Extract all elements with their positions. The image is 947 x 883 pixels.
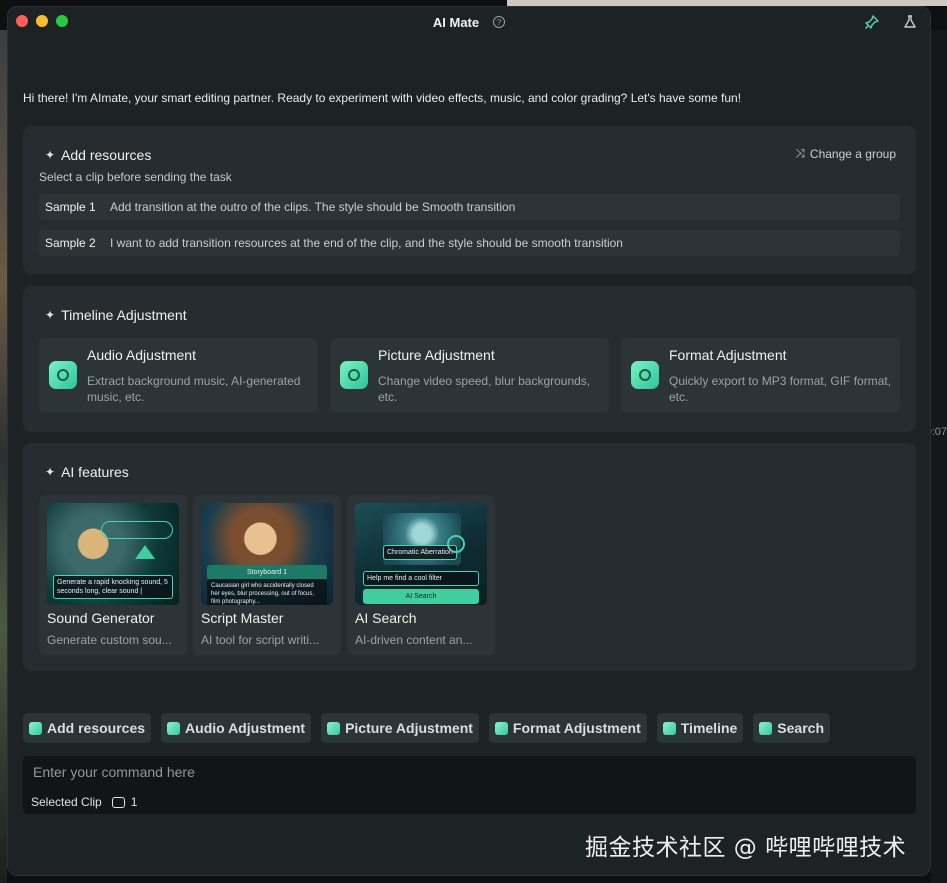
- chip-label: Search: [777, 720, 824, 736]
- feature-description: AI-driven content an...: [355, 633, 473, 647]
- timeline-adjustment-heading: ✦ Timeline Adjustment: [45, 307, 187, 323]
- chip-label: Audio Adjustment: [185, 720, 306, 736]
- sound-generator-thumbnail: Generate a rapid knocking sound, 5 secon…: [47, 503, 179, 605]
- thumbnail-prompt: Generate a rapid knocking sound, 5 secon…: [53, 575, 173, 599]
- chip-label: Picture Adjustment: [345, 720, 473, 736]
- audio-adjustment-icon: [167, 721, 181, 735]
- sample-text: Add transition at the outro of the clips…: [110, 200, 516, 214]
- greeting-message: Hi there! I'm AImate, your smart editing…: [23, 91, 742, 105]
- add-resources-icon: [29, 721, 42, 735]
- sample-row[interactable]: Sample 1 Add transition at the outro of …: [39, 194, 900, 220]
- thumbnail-prompt: Help me find a cool filter: [363, 571, 479, 586]
- background-app-left: [0, 30, 7, 883]
- feature-title: AI Search: [355, 610, 417, 626]
- selected-clip-label: Selected Clip: [31, 795, 102, 809]
- sample-row[interactable]: Sample 2 I want to add transition resour…: [39, 230, 900, 256]
- format-adjustment-icon: [631, 361, 659, 389]
- selected-clip-indicator: Selected Clip 1: [31, 795, 137, 809]
- timeline-adjustment-card: ✦ Timeline Adjustment Audio Adjustment E…: [23, 286, 916, 432]
- close-button[interactable]: [16, 15, 28, 27]
- thumbnail-caption: Caucasian girl who accidentally closed h…: [207, 579, 327, 605]
- resources-hint: Select a clip before sending the task: [39, 170, 232, 184]
- ai-search-card[interactable]: Chromatic Aberration Help me find a cool…: [347, 495, 495, 655]
- chip-timeline[interactable]: Timeline: [656, 713, 744, 743]
- ai-mate-window: AI Mate ? Hi there! I'm AImate, your sma…: [7, 6, 931, 876]
- feature-description: AI tool for script writi...: [201, 633, 320, 647]
- waveform-icon: [101, 521, 173, 539]
- ai-search-thumbnail: Chromatic Aberration Help me find a cool…: [355, 503, 487, 605]
- format-adjustment-option[interactable]: Format Adjustment Quickly export to MP3 …: [621, 338, 900, 413]
- arrow-up-icon: [135, 545, 155, 559]
- change-group-button[interactable]: ⤨ Change a group: [795, 146, 896, 161]
- zoom-button[interactable]: [56, 15, 68, 27]
- thumbnail-storyboard: Storyboard 1: [207, 565, 327, 580]
- sample-text: I want to add transition resources at th…: [110, 236, 623, 250]
- script-master-card[interactable]: Storyboard 1 Caucasian girl who accident…: [193, 495, 341, 655]
- quick-action-chips: Add resources Audio Adjustment Picture A…: [23, 713, 830, 743]
- selected-clip-count: 1: [130, 795, 138, 809]
- search-icon: [759, 721, 773, 735]
- thumbnail-search-button: AI Search: [363, 589, 479, 604]
- chip-label: Add resources: [47, 720, 146, 736]
- chip-label: Format Adjustment: [512, 720, 641, 736]
- timeline-icon: [662, 721, 676, 735]
- window-controls: [16, 15, 68, 27]
- pin-icon[interactable]: [864, 14, 880, 30]
- picture-adjustment-icon: [327, 721, 341, 735]
- option-title: Format Adjustment: [669, 347, 787, 363]
- chip-label: Timeline: [680, 720, 738, 736]
- option-title: Audio Adjustment: [87, 347, 196, 363]
- chip-format-adjustment[interactable]: Format Adjustment: [488, 713, 647, 743]
- change-group-label: Change a group: [809, 146, 896, 161]
- audio-adjustment-option[interactable]: Audio Adjustment Extract background musi…: [39, 338, 318, 413]
- titlebar-actions: [864, 14, 918, 30]
- ai-features-heading: ✦ AI features: [45, 464, 129, 480]
- help-icon[interactable]: ?: [493, 16, 506, 28]
- add-resources-title: Add resources: [61, 147, 152, 163]
- chip-search[interactable]: Search: [753, 713, 830, 743]
- format-adjustment-icon: [494, 721, 508, 735]
- option-description: Quickly export to MP3 format, GIF format…: [669, 374, 892, 404]
- sound-generator-card[interactable]: Generate a rapid knocking sound, 5 secon…: [39, 495, 187, 655]
- window-title: AI Mate: [432, 14, 480, 30]
- option-title: Picture Adjustment: [378, 347, 495, 363]
- picture-adjustment-icon: [340, 361, 368, 389]
- ai-features-title: AI features: [61, 464, 129, 480]
- script-master-thumbnail: Storyboard 1 Caucasian girl who accident…: [201, 503, 333, 605]
- sparkle-icon: ✦: [45, 465, 56, 479]
- timeline-adjustment-title: Timeline Adjustment: [61, 307, 187, 323]
- sample-label: Sample 2: [45, 236, 96, 250]
- background-app-right: [931, 30, 947, 883]
- command-box: Selected Clip 1: [23, 756, 916, 814]
- thumbnail-tag: Chromatic Aberration: [383, 545, 457, 560]
- minimize-button[interactable]: [36, 15, 48, 27]
- chip-picture-adjustment[interactable]: Picture Adjustment: [321, 713, 479, 743]
- ai-features-card: ✦ AI features Generate a rapid knocking …: [23, 443, 916, 671]
- feature-title: Sound Generator: [47, 610, 155, 626]
- watermark: 掘金技术社区 @ 哔哩哔哩技术: [585, 835, 907, 861]
- audio-adjustment-icon: [49, 361, 77, 389]
- chip-add-resources[interactable]: Add resources: [23, 713, 152, 743]
- add-resources-card: ✦ Add resources ⤨ Change a group Select …: [23, 126, 916, 274]
- clip-icon: [111, 796, 125, 808]
- option-description: Extract background music, AI-generated m…: [87, 374, 301, 404]
- option-description: Change video speed, blur backgrounds, et…: [378, 374, 591, 404]
- picture-adjustment-option[interactable]: Picture Adjustment Change video speed, b…: [330, 338, 609, 413]
- chip-audio-adjustment[interactable]: Audio Adjustment: [161, 713, 312, 743]
- shuffle-icon: ⤨: [795, 146, 805, 160]
- feature-description: Generate custom sou...: [47, 633, 172, 647]
- add-resources-heading: ✦ Add resources: [45, 147, 151, 163]
- sample-label: Sample 1: [45, 200, 96, 214]
- sparkle-icon: ✦: [45, 148, 56, 162]
- flask-icon[interactable]: [902, 14, 918, 30]
- command-input[interactable]: [33, 762, 893, 782]
- titlebar: AI Mate ?: [8, 7, 930, 37]
- magnifier-icon: [447, 535, 465, 553]
- feature-title: Script Master: [201, 610, 284, 626]
- sparkle-icon: ✦: [45, 308, 56, 322]
